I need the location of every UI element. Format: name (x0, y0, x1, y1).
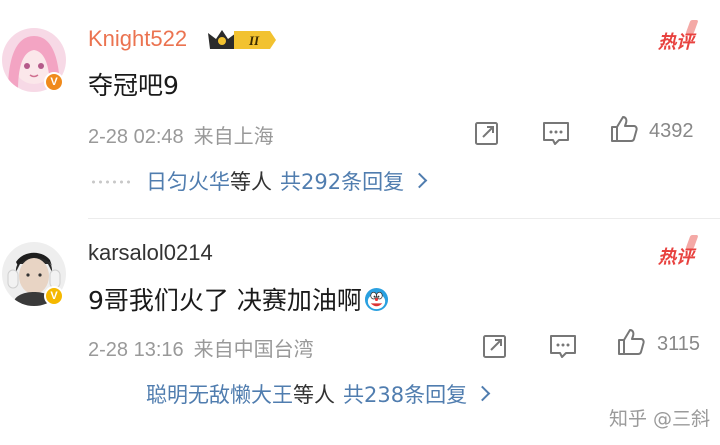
hot-label: 热评 (658, 32, 694, 52)
reply-users[interactable]: 日匀火华 (146, 170, 230, 194)
reply-summary[interactable]: 聪明无敌懒大王等人 共238条回复 (146, 379, 491, 409)
like-icon[interactable] (609, 114, 639, 144)
share-icon[interactable] (472, 118, 502, 148)
reply-users[interactable]: 聪明无敌懒大王 (146, 383, 293, 407)
share-icon[interactable] (480, 331, 510, 361)
chevron-right-icon[interactable] (411, 172, 428, 189)
comment-icon[interactable] (541, 118, 571, 148)
like-count: 4392 (649, 120, 694, 142)
comment-text-body: 9哥我们火了 决赛加油啊 (88, 286, 362, 315)
dots-divider (90, 180, 132, 184)
comment-text: 9哥我们火了 决赛加油啊 (88, 281, 389, 317)
reply-summary[interactable]: 日匀火华等人 共292条回复 (90, 166, 428, 196)
location: 来自中国台湾 (193, 339, 314, 361)
username[interactable]: karsalol0214 (88, 240, 213, 266)
watermark: 知乎 @三斜 (608, 408, 710, 430)
location: 来自上海 (193, 126, 274, 148)
reply-total[interactable]: 共292条回复 (280, 170, 404, 194)
reply-etc: 等人 (293, 383, 335, 407)
reply-etc: 等人 (230, 170, 272, 194)
comment-text: 夺冠吧9 (88, 71, 179, 100)
hot-label: 热评 (658, 247, 694, 267)
crown-icon[interactable]: II (206, 27, 278, 53)
vip-badge-icon: V (44, 72, 64, 92)
like-count: 3115 (657, 333, 701, 355)
like-icon[interactable] (616, 327, 646, 357)
comment-meta: 2-28 02:48 来自上海 (88, 120, 274, 149)
timestamp: 2-28 02:48 (88, 126, 184, 148)
doraemon-emoji-icon (364, 287, 388, 312)
timestamp: 2-28 13:16 (88, 339, 184, 361)
level-badge: II (248, 33, 260, 48)
comment-meta: 2-28 13:16 来自中国台湾 (88, 333, 314, 362)
comment-item: V Knight522 II 热评 夺冠吧9 2-28 02:48 来自上海 43… (0, 0, 720, 218)
username[interactable]: Knight522 (88, 26, 187, 52)
vip-badge-icon: V (44, 286, 64, 306)
reply-total[interactable]: 共238条回复 (343, 383, 467, 407)
chevron-right-icon[interactable] (474, 385, 491, 402)
comment-icon[interactable] (548, 331, 578, 361)
